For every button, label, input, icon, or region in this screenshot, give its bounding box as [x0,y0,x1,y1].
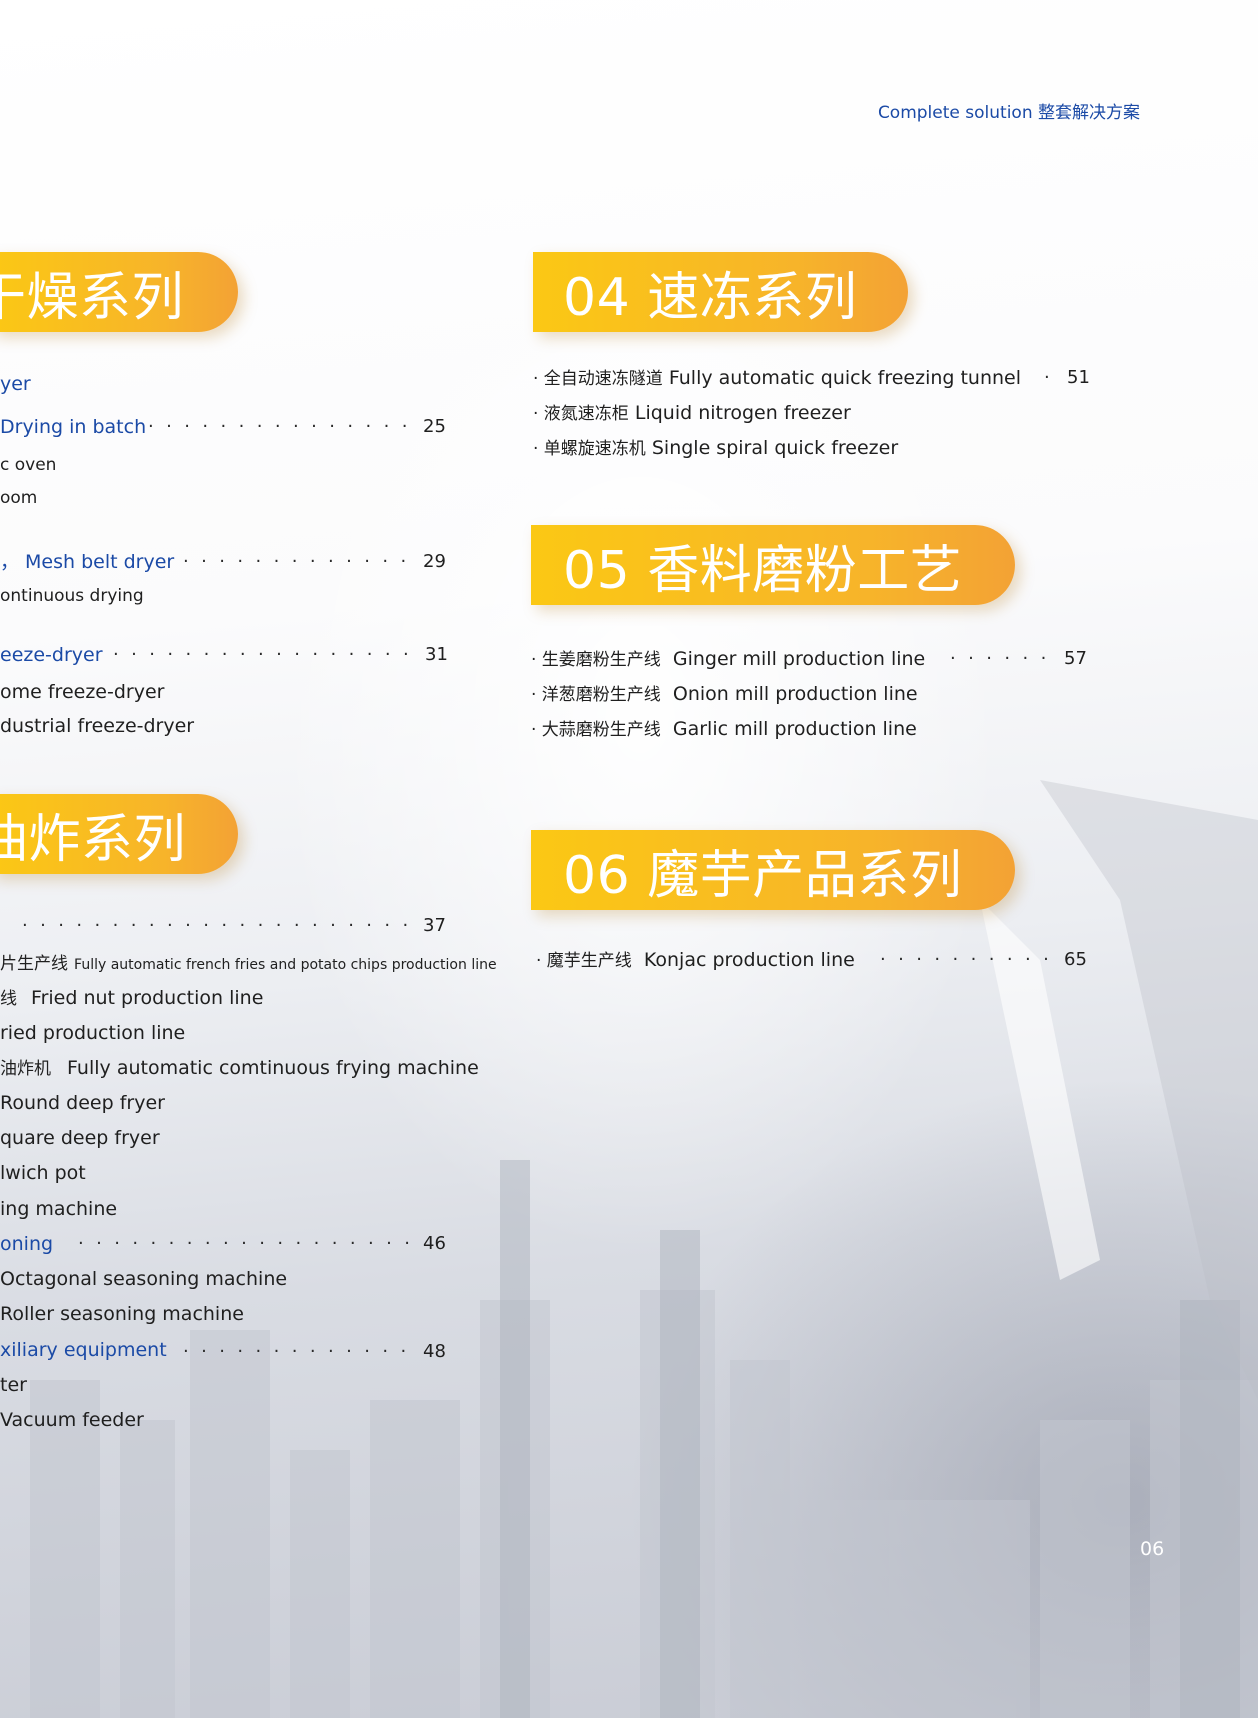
page-ref: 31 [425,644,448,665]
toc-entry[interactable]: Drying in batch [0,415,146,439]
banner-section-04: 04 速冻系列 [533,252,908,332]
page-ref: 57 [1064,648,1087,669]
toc-entry[interactable]: Round deep fryer [0,1091,165,1115]
leader-dots: ······························ [183,551,412,572]
header-title: Complete solution 整套解决方案 [877,103,1140,123]
toc-entry[interactable]: Vacuum feeder [0,1408,144,1432]
leader-dots: ······ [950,648,1050,669]
toc-entry[interactable]: · 魔芋生产线 Konjac production line [536,948,855,973]
page-ref: 29 [423,551,446,572]
toc-entry[interactable]: oning [0,1232,53,1256]
banner-frying: 油炸系列 [0,794,238,874]
toc-entry[interactable]: yer [0,372,31,396]
toc-entry[interactable]: · 大蒜磨粉生产线 Garlic mill production line [531,717,917,742]
toc-entry[interactable]: dustrial freeze-dryer [0,714,194,738]
page-ref: 46 [423,1233,446,1254]
toc-entry[interactable]: 片生产线 Fully automatic french fries and po… [0,951,497,977]
page-ref: 65 [1064,949,1087,970]
leader-dots: ·································· [148,416,412,437]
toc-entry[interactable]: 油炸机 Fully automatic comtinuous frying ma… [0,1056,479,1081]
page-ref: 51 [1067,367,1090,388]
toc-entry[interactable]: Octagonal seasoning machine [0,1267,287,1291]
page-ref: 37 [423,915,446,936]
toc-entry[interactable]: · 洋葱磨粉生产线 Onion mill production line [531,682,918,707]
toc-entry[interactable]: · 全自动速冻隧道 Fully automatic quick freezing… [533,366,1021,391]
leader-dots: ········································ [113,644,415,665]
toc-entry[interactable]: lwich pot [0,1161,86,1185]
page-number: 06 [1140,1538,1165,1560]
toc-entry[interactable]: ome freeze-dryer [0,680,164,704]
toc-entry[interactable]: ter [0,1373,27,1397]
page-ref: 25 [423,416,446,437]
toc-entry[interactable]: ， Mesh belt dryer [0,550,174,574]
leader-dots: ········································… [22,915,412,936]
leader-dots: ········································… [78,1233,412,1254]
toc-entry[interactable]: quare deep fryer [0,1126,160,1150]
toc-entry[interactable]: ried production line [0,1021,185,1045]
leader-dots: ······························ [183,1341,412,1362]
banner-drying: 干燥系列 [0,252,238,332]
banner-section-06: 06 魔芋产品系列 [531,830,1015,910]
toc-entry[interactable]: eeze-dryer [0,643,103,667]
toc-entry[interactable]: xiliary equipment [0,1338,167,1362]
leader-dots: ·········· [880,949,1050,970]
toc-entry[interactable]: oom [0,486,37,510]
leader-dots: · [1044,366,1058,390]
toc-entry[interactable]: ontinuous drying [0,584,144,608]
toc-entry[interactable]: · 液氮速冻柜 Liquid nitrogen freezer [533,401,851,426]
toc-entry[interactable]: · 生姜磨粉生产线 Ginger mill production line [531,647,925,672]
banner-section-05: 05 香料磨粉工艺 [531,525,1015,605]
toc-entry[interactable]: Roller seasoning machine [0,1302,244,1326]
toc-entry[interactable]: ing machine [0,1197,117,1221]
toc-entry[interactable]: · 单螺旋速冻机 Single spiral quick freezer [533,436,898,461]
toc-entry[interactable]: 线 Fried nut production line [0,986,263,1011]
page-ref: 48 [423,1341,446,1362]
toc-entry[interactable]: c oven [0,453,56,477]
